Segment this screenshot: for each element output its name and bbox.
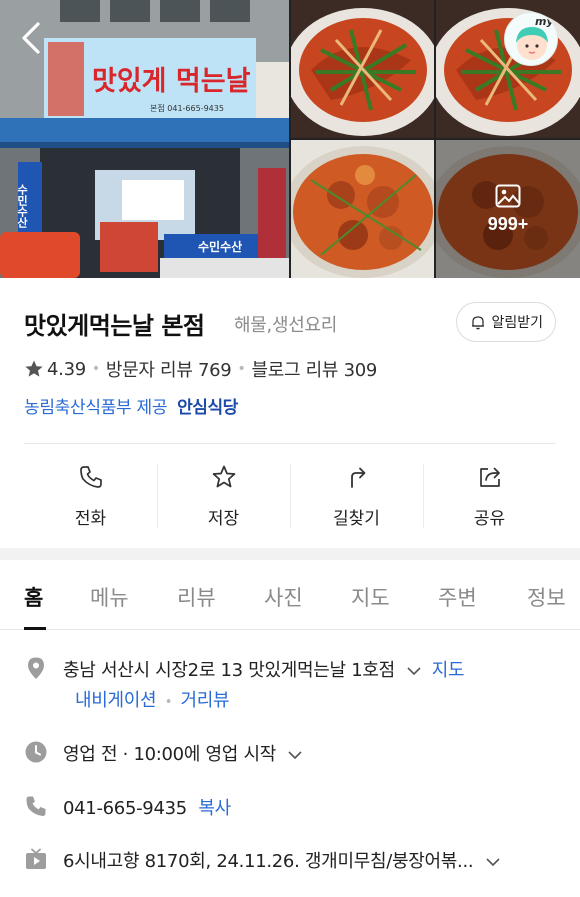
directions-icon <box>350 467 365 488</box>
directions-label: 길찾기 <box>333 509 380 529</box>
tab-map[interactable]: 지도 <box>351 582 390 612</box>
tab-nearby[interactable]: 주변 <box>438 582 477 612</box>
photo-gallery[interactable]: 맛있게 먹는날 본점 041-665-9435 수민수산 수민수산 999+ m… <box>0 0 580 278</box>
tab-info[interactable]: 정보 <box>527 582 566 612</box>
action-bar: 전화 저장 길찾기 공유 <box>24 460 556 532</box>
chevron-down-icon[interactable] <box>406 666 422 676</box>
phone-number[interactable]: 041-665-9435 <box>63 798 187 819</box>
section-gap <box>0 548 580 560</box>
food-photo[interactable] <box>291 0 434 138</box>
title-row: 맛있게먹는날 본점 해물,생선요리 알림받기 <box>24 302 556 342</box>
provider-row: 농림축산식품부 제공 안심식당 <box>24 393 238 418</box>
street-view-link[interactable]: 거리뷰 <box>181 690 230 711</box>
separator-dot: • <box>91 361 100 377</box>
phone-icon <box>79 466 102 488</box>
call-button[interactable]: 전화 <box>24 460 157 532</box>
provider-text[interactable]: 농림축산식품부 제공 <box>24 393 167 418</box>
copy-button[interactable]: 복사 <box>198 798 231 819</box>
directions-button[interactable]: 길찾기 <box>290 460 423 532</box>
alarm-label: 알림받기 <box>491 315 543 331</box>
phone-filled-icon <box>26 796 46 816</box>
address-text: 충남 서산시 시장2로 13 맛있게먹는날 1호점 <box>63 660 395 681</box>
image-icon <box>495 184 521 208</box>
tab-menu[interactable]: 메뉴 <box>90 582 129 612</box>
separator-dot: • <box>164 695 173 710</box>
sign-banner-line: 본점 041-665-9435 <box>150 103 224 113</box>
address-text-row: 충남 서산시 시장2로 13 맛있게먹는날 1호점 지도 <box>63 656 465 682</box>
tv-icon <box>26 848 46 869</box>
rating-value: 4.39 <box>47 358 86 380</box>
more-photos-overlay[interactable]: 999+ <box>436 140 580 278</box>
phone-text-row: 041-665-9435 복사 <box>63 794 231 820</box>
hours-text-row: 영업 전 · 10:00에 영업 시작 <box>63 740 307 766</box>
chevron-down-icon[interactable] <box>287 750 303 760</box>
phone-section: 041-665-9435 복사 <box>24 794 564 822</box>
share-icon <box>479 467 500 487</box>
separator-dot: • <box>237 361 246 377</box>
tab-bar: 홈 메뉴 리뷰 사진 지도 주변 정보 <box>0 560 580 630</box>
save-button[interactable]: 저장 <box>157 460 290 532</box>
divider <box>24 443 556 444</box>
food-photo[interactable] <box>436 0 580 138</box>
rating-row: 4.39 • 방문자 리뷰 769 • 블로그 리뷰 309 <box>24 356 377 382</box>
active-tab-indicator <box>24 627 46 630</box>
share-button[interactable]: 공유 <box>423 460 556 532</box>
food-photo[interactable] <box>291 140 434 278</box>
tab-review[interactable]: 리뷰 <box>177 582 216 612</box>
map-link[interactable]: 지도 <box>432 660 465 681</box>
tv-text-row: 6시내고향 8170회, 24.11.26. 갱개미무침/붕장어볶... <box>63 847 505 873</box>
more-photos-count: 999+ <box>487 213 529 234</box>
share-label: 공유 <box>473 509 506 529</box>
star-filled-icon <box>25 360 43 377</box>
alarm-button[interactable]: 알림받기 <box>456 302 556 342</box>
hours-section[interactable]: 영업 전 · 10:00에 영업 시작 <box>24 740 564 768</box>
save-label: 저장 <box>207 509 240 529</box>
sign-banner-text: 맛있게 먹는날 <box>92 66 251 97</box>
bell-icon <box>472 316 485 330</box>
chevron-left-icon <box>22 22 40 54</box>
tab-home[interactable]: 홈 <box>24 582 43 612</box>
clock-icon <box>25 741 47 763</box>
tv-appearance-text: 6시내고향 8170회, 24.11.26. 갱개미무침/붕장어볶... <box>63 851 474 872</box>
address-section: 충남 서산시 시장2로 13 맛있게먹는날 1호점 지도 내비게이션 • 거리뷰 <box>24 656 564 716</box>
navigation-link[interactable]: 내비게이션 <box>75 690 157 711</box>
place-category: 해물,생선요리 <box>234 315 337 336</box>
address-sub-links: 내비게이션 • 거리뷰 <box>75 686 230 712</box>
counter-sign-text: 수민수산 <box>198 239 242 254</box>
star-icon <box>212 465 235 488</box>
avatar-icon: my <box>516 15 554 60</box>
call-label: 전화 <box>74 509 107 529</box>
blog-review-link[interactable]: 블로그 리뷰 309 <box>251 356 377 382</box>
hours-text: 영업 전 · 10:00에 영업 시작 <box>63 744 276 765</box>
tv-section[interactable]: 6시내고향 8170회, 24.11.26. 갱개미무침/붕장어볶... <box>24 847 564 875</box>
tab-photo[interactable]: 사진 <box>264 582 303 612</box>
back-button[interactable] <box>18 20 48 56</box>
chevron-down-icon[interactable] <box>485 857 501 867</box>
place-name: 맛있게먹는날 본점 <box>24 312 205 340</box>
my-avatar-button[interactable]: my <box>504 12 558 66</box>
more-photos-tile[interactable]: 999+ <box>436 140 580 278</box>
visitor-review-link[interactable]: 방문자 리뷰 769 <box>106 356 232 382</box>
side-sign-text: 수민수산 <box>16 184 29 228</box>
safe-restaurant-badge: 안심식당 <box>177 398 238 418</box>
location-pin-icon <box>28 657 44 679</box>
